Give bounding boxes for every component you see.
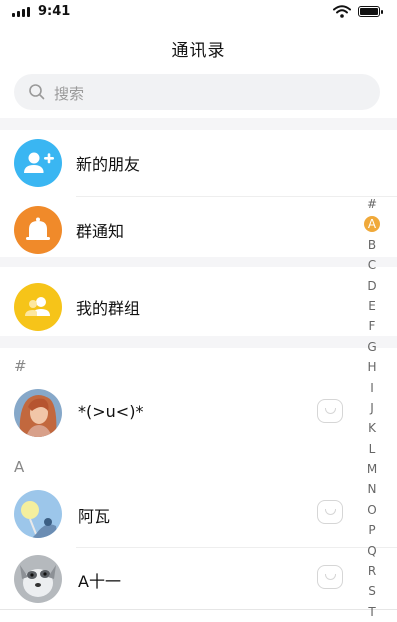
message-icon[interactable]: [317, 565, 343, 589]
section-header: #: [14, 357, 27, 375]
group-notice-item[interactable]: 群通知: [0, 197, 397, 257]
index-letter[interactable]: C: [362, 255, 382, 275]
bell-icon: [14, 206, 62, 254]
status-bar: 9:41: [0, 0, 397, 24]
divider: [0, 609, 397, 610]
message-icon[interactable]: [317, 500, 343, 524]
battery-icon: [358, 6, 383, 17]
contact-row[interactable]: A十一: [0, 550, 360, 610]
search-icon: [29, 84, 45, 100]
index-letter[interactable]: K: [362, 418, 382, 438]
contact-row[interactable]: *(>u<)*: [0, 384, 360, 444]
index-letter[interactable]: O: [362, 500, 382, 520]
contact-name: A十一: [78, 572, 121, 591]
index-letter[interactable]: A: [362, 214, 382, 234]
contact-row[interactable]: 阿瓦: [0, 485, 360, 545]
index-letter[interactable]: I: [362, 378, 382, 398]
avatar: [14, 490, 62, 538]
index-letter[interactable]: D: [362, 276, 382, 296]
index-letter[interactable]: G: [362, 337, 382, 357]
index-letter[interactable]: B: [362, 235, 382, 255]
divider: [76, 547, 397, 548]
index-letter[interactable]: L: [362, 439, 382, 459]
index-letter[interactable]: T: [362, 602, 382, 622]
wifi-icon: [333, 5, 351, 18]
signal-icon: [12, 7, 30, 17]
index-letter[interactable]: F: [362, 316, 382, 336]
index-letter[interactable]: E: [362, 296, 382, 316]
message-icon[interactable]: [317, 399, 343, 423]
page-title: 通讯录: [171, 41, 226, 61]
group-icon: [14, 283, 62, 331]
avatar: [14, 555, 62, 603]
search-placeholder: 搜索: [54, 85, 85, 103]
my-groups-label: 我的群组: [76, 299, 141, 318]
status-time: 9:41: [38, 4, 71, 19]
contact-name: *(>u<)*: [78, 402, 144, 421]
index-letter[interactable]: P: [362, 520, 382, 540]
index-letter[interactable]: H: [362, 357, 382, 377]
index-letter[interactable]: #: [362, 194, 382, 214]
section-gap: [0, 336, 397, 348]
index-letter[interactable]: J: [362, 398, 382, 418]
index-letter[interactable]: S: [362, 581, 382, 601]
alphabet-index[interactable]: # A B C D E F G H I J K L M N O P Q R S T: [362, 194, 382, 622]
index-letter[interactable]: N: [362, 479, 382, 499]
new-friends-item[interactable]: 新的朋友: [0, 130, 397, 190]
index-letter[interactable]: M: [362, 459, 382, 479]
group-notice-label: 群通知: [76, 222, 125, 241]
avatar: [14, 389, 62, 437]
section-header: A: [14, 458, 25, 476]
contact-name: 阿瓦: [78, 507, 111, 526]
index-letter[interactable]: R: [362, 561, 382, 581]
index-letter[interactable]: Q: [362, 541, 382, 561]
search-input[interactable]: 搜索: [14, 74, 380, 110]
my-groups-item[interactable]: 我的群组: [0, 274, 397, 334]
add-user-icon: [14, 139, 62, 187]
new-friends-label: 新的朋友: [76, 155, 141, 174]
section-gap: [0, 257, 397, 267]
section-gap: [0, 118, 397, 130]
